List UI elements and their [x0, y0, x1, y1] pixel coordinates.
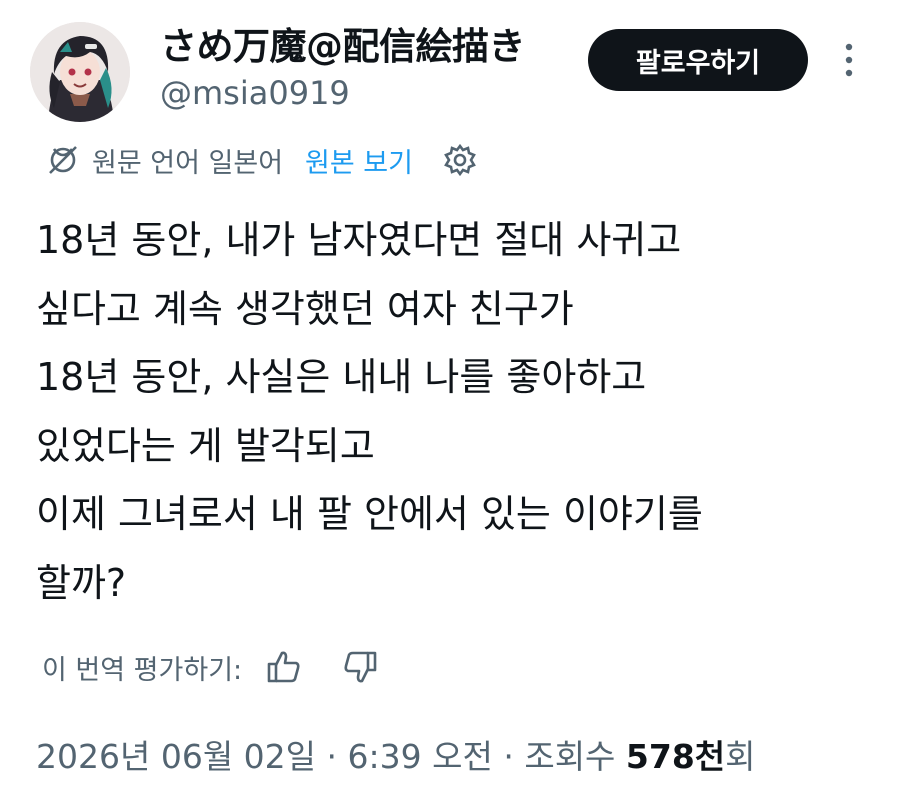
show-original-link[interactable]: 원본 보기 — [305, 141, 413, 180]
tweet-line: 18년 동안, 내가 남자였다면 절대 사귀고 — [36, 218, 682, 262]
post-time[interactable]: 6:39 오전 — [348, 737, 493, 776]
tweet-text: 18년 동안, 내가 남자였다면 절대 사귀고 싶다고 계속 생각했던 여자 친… — [36, 206, 876, 617]
tweet-meta: 2026년 06월 02일 · 6:39 오전 · 조회수 578천회 — [36, 730, 756, 778]
tweet-line: 있었다는 게 발각되고 — [36, 423, 375, 468]
more-vertical-icon[interactable] — [838, 42, 860, 78]
tweet-line: 할까? — [36, 560, 127, 605]
tweet-line: 싶다고 계속 생각했던 여자 친구가 — [36, 286, 574, 331]
thumbs-up-icon[interactable] — [264, 647, 304, 687]
source-language-note: 원문 언어 일본어 — [92, 147, 284, 179]
rate-translation-label: 이 번역 평가하기: — [42, 654, 243, 686]
translate-globe-icon — [49, 146, 77, 174]
views-count: 578천 — [625, 737, 726, 776]
tweet-line: 이제 그녀로서 내 팔 안에서 있는 이야기를 — [36, 492, 703, 536]
separator-dot: · — [492, 737, 525, 776]
author-display-name[interactable]: さめ万魔@配信絵描き — [160, 16, 526, 70]
avatar[interactable] — [30, 22, 130, 122]
post-date[interactable]: 2026년 06월 02일 — [36, 737, 316, 776]
follow-button[interactable]: 팔로우하기 — [588, 29, 808, 91]
author-handle[interactable]: @msia0919 — [160, 74, 350, 112]
separator-dot: · — [316, 737, 348, 776]
views-label: 조회수 — [524, 737, 626, 776]
translation-bar: 원문 언어 일본어 원본 보기 — [46, 138, 477, 182]
thumbs-down-icon[interactable] — [340, 647, 380, 687]
rate-translation-row: 이 번역 평가하기: — [42, 644, 380, 690]
avatar-illustration — [30, 22, 130, 122]
tweet-line: 18년 동안, 사실은 내내 나를 좋아하고 — [36, 355, 647, 399]
gear-icon[interactable] — [443, 143, 477, 177]
views-suffix: 회 — [725, 737, 756, 776]
